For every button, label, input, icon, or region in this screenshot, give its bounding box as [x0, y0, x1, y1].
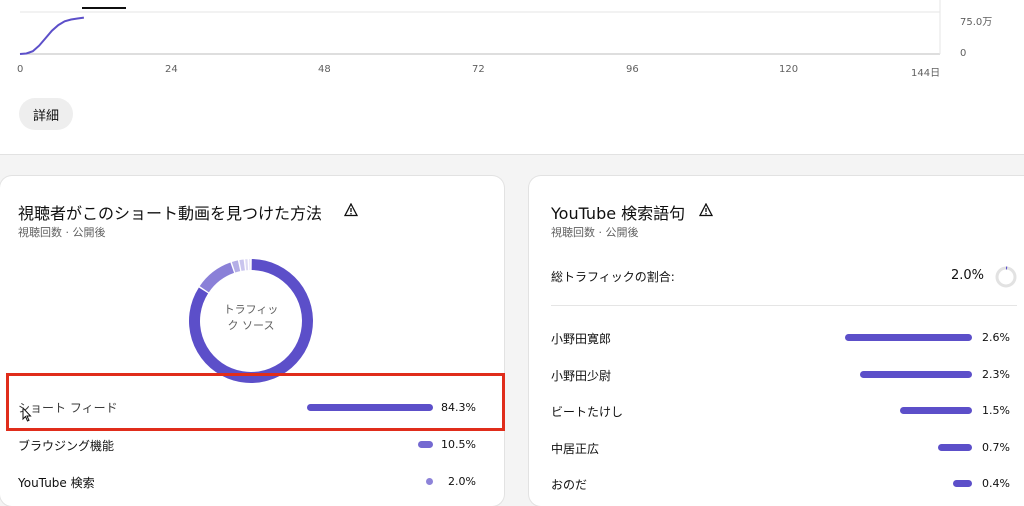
search-term-value: 0.7% — [982, 441, 1010, 454]
donut-slice[interactable] — [239, 259, 245, 271]
donut-slice[interactable] — [249, 259, 251, 271]
search-term-value: 1.5% — [982, 404, 1010, 417]
search-term-bar — [938, 444, 972, 451]
y-tick-max: 75.0万 — [960, 17, 993, 28]
search-term-label[interactable]: ビートたけし — [551, 403, 623, 420]
y-tick-0: 0 — [960, 48, 967, 59]
search-term-value: 2.6% — [982, 331, 1010, 344]
traffic-row-value-short-feed: 84.3% — [441, 401, 476, 414]
total-traffic-value: 2.0% — [950, 268, 984, 283]
search-term-bar — [900, 407, 972, 414]
donut-center-label: トラフィッ ク ソース — [212, 302, 290, 334]
search-term-label[interactable]: 中居正広 — [551, 440, 599, 457]
search-terms-divider — [551, 305, 1017, 306]
traffic-row-bar-short-feed — [307, 404, 433, 411]
x-tick-144: 144日 — [911, 68, 941, 79]
total-traffic-label: 総トラフィックの割合: — [551, 270, 675, 284]
details-button[interactable]: 詳細 — [19, 98, 73, 130]
x-tick-48: 48 — [318, 64, 331, 75]
search-term-label[interactable]: 小野田少尉 — [551, 367, 611, 384]
traffic-source-title: 視聴者がこのショート動画を見つけた方法 — [18, 204, 323, 223]
traffic-row-value-youtube-search: 2.0% — [448, 475, 476, 488]
traffic-row-label-browse[interactable]: ブラウジング機能 — [18, 437, 114, 454]
search-term-value: 2.3% — [982, 368, 1010, 381]
search-terms-subtitle: 視聴回数 · 公開後 — [551, 226, 639, 239]
x-tick-72: 72 — [472, 64, 485, 75]
search-terms-title: YouTube 検索語句 — [551, 204, 686, 223]
x-tick-0: 0 — [17, 64, 24, 75]
x-tick-96: 96 — [626, 64, 639, 75]
warning-icon[interactable] — [344, 203, 358, 217]
traffic-row-value-browse: 10.5% — [441, 438, 476, 451]
views-line — [19, 16, 85, 55]
donut-center-line-1: トラフィッ — [223, 303, 279, 316]
search-term-label[interactable]: 小野田寛郎 — [551, 330, 611, 347]
traffic-row-label-short-feed[interactable]: ショート フィード — [18, 399, 118, 416]
donut-slice[interactable] — [245, 259, 249, 271]
mouse-cursor-icon — [22, 407, 32, 422]
search-term-bar — [860, 371, 972, 378]
views-line-chart — [19, 0, 941, 55]
x-tick-24: 24 — [165, 64, 178, 75]
traffic-source-subtitle: 視聴回数 · 公開後 — [18, 226, 106, 239]
warning-icon[interactable] — [699, 203, 713, 217]
search-term-bar — [845, 334, 972, 341]
search-term-label[interactable]: おのだ — [551, 476, 587, 493]
x-tick-120: 120 — [779, 64, 799, 75]
total-traffic-ring-icon — [995, 266, 1017, 288]
donut-slice[interactable] — [199, 262, 235, 293]
traffic-row-label-youtube-search[interactable]: YouTube 検索 — [18, 474, 95, 491]
donut-center-line-2: ク ソース — [227, 319, 275, 332]
